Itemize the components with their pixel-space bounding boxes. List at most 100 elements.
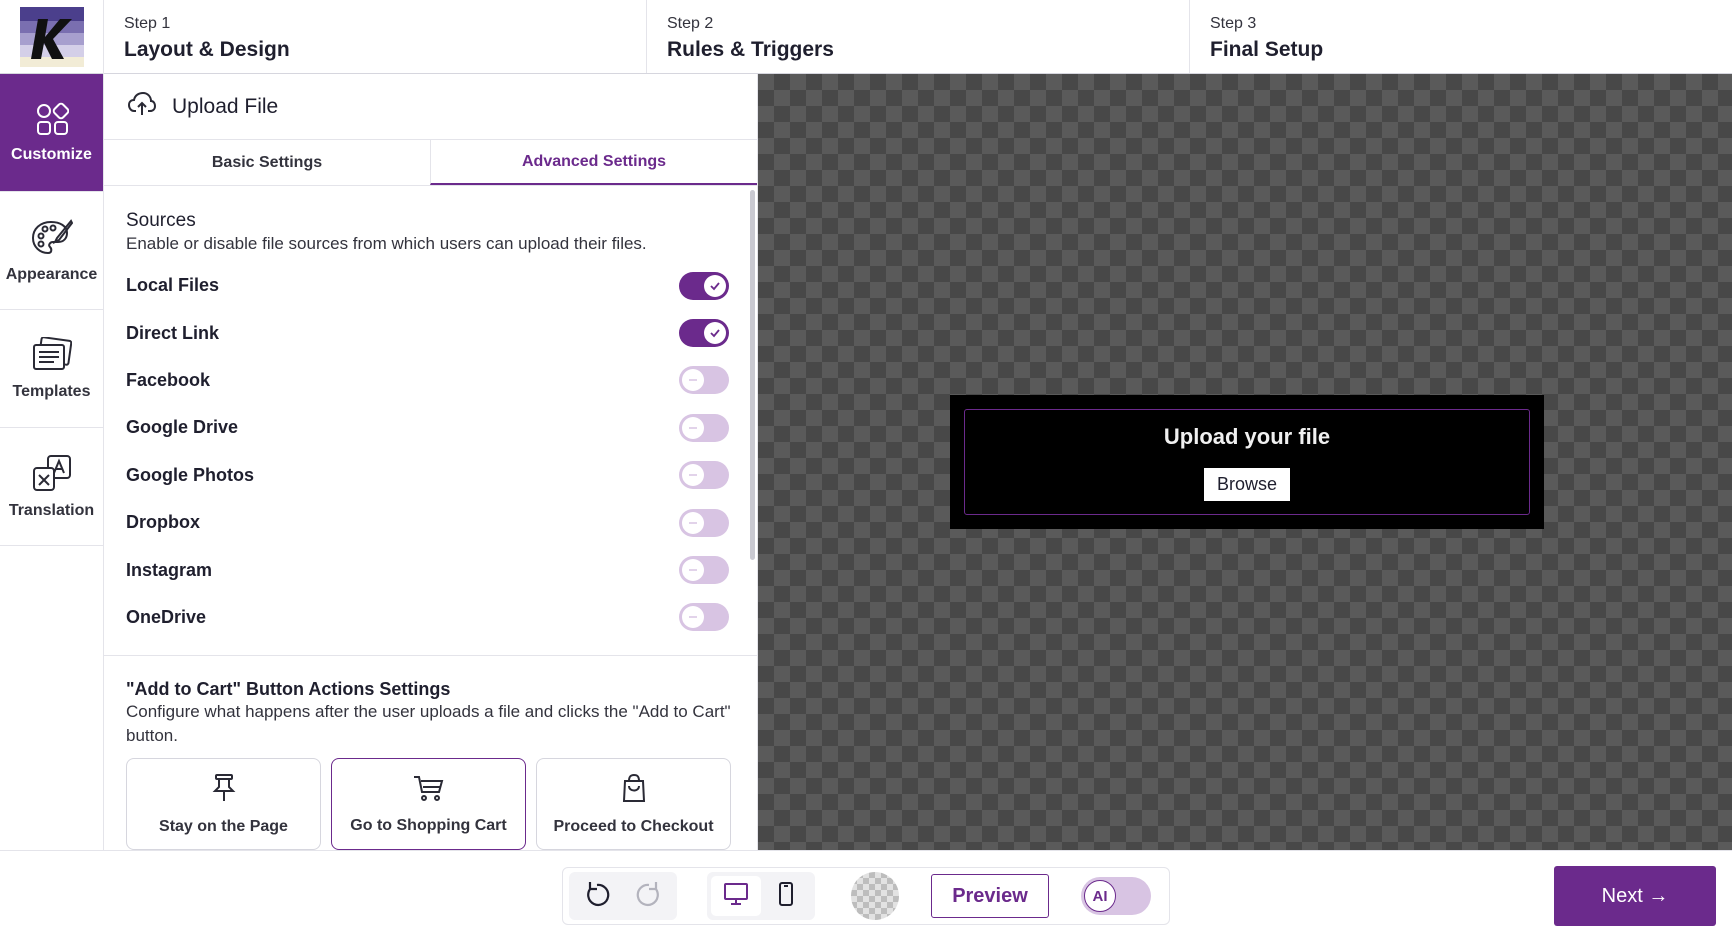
cart-actions-section: "Add to Cart" Button Actions Settings Co… — [126, 656, 733, 850]
step-2-number: Step 2 — [667, 15, 714, 32]
source-label: Facebook — [126, 369, 211, 390]
rail-item-label: Appearance — [5, 265, 98, 283]
rail-item-appearance[interactable]: Appearance — [0, 192, 103, 310]
step-3-number: Step 3 — [1210, 15, 1257, 32]
ai-toggle[interactable]: AI — [1081, 877, 1151, 915]
source-row-google-drive: Google Drive — [126, 404, 733, 451]
rail-item-translation[interactable]: Translation — [0, 428, 103, 546]
sources-list: Local Files Direct Link Facebook Google … — [126, 262, 733, 641]
option-stay-on-page[interactable]: Stay on the Page — [126, 758, 321, 850]
option-label: Stay on the Page — [159, 817, 288, 835]
step-1[interactable]: Step 1 Layout & Design — [104, 0, 647, 73]
redo-icon — [635, 880, 661, 913]
next-button[interactable]: Next → — [1554, 866, 1716, 926]
source-label: Dropbox — [126, 512, 200, 533]
step-3[interactable]: Step 3 Final Setup — [1190, 0, 1732, 73]
pin-icon — [212, 773, 236, 808]
cart-action-options: Stay on the Page Go to Shopping Cart Pro… — [126, 758, 733, 850]
minus-icon — [682, 464, 704, 487]
option-go-to-cart[interactable]: Go to Shopping Cart — [331, 758, 526, 850]
google-photos-toggle[interactable] — [679, 461, 729, 490]
minus-icon — [682, 511, 704, 534]
direct-link-toggle[interactable] — [679, 319, 729, 348]
local-files-toggle[interactable] — [679, 271, 729, 300]
cart-icon — [413, 774, 445, 807]
source-row-direct-link: Direct Link — [126, 309, 733, 356]
source-label: Local Files — [126, 275, 220, 296]
device-group — [707, 872, 815, 920]
step-2-title: Rules & Triggers — [667, 38, 834, 61]
undo-button[interactable] — [573, 876, 623, 916]
source-row-google-photos: Google Photos — [126, 452, 733, 499]
desktop-icon — [723, 882, 749, 911]
tab-advanced-settings[interactable]: Advanced Settings — [430, 140, 757, 185]
logo-cell — [0, 0, 104, 74]
source-row-facebook: Facebook — [126, 357, 733, 404]
option-label: Proceed to Checkout — [553, 817, 714, 835]
editor-tools: Preview AI — [562, 867, 1170, 925]
tab-basic-settings[interactable]: Basic Settings — [104, 140, 430, 185]
cloud-upload-icon — [127, 91, 157, 122]
mobile-icon — [777, 881, 795, 912]
source-label: Instagram — [126, 559, 213, 580]
dropbox-toggle[interactable] — [679, 508, 729, 537]
browse-button[interactable]: Browse — [1203, 467, 1291, 501]
settings-panel: Upload File Basic Settings Advanced Sett… — [104, 74, 758, 850]
source-row-instagram: Instagram — [126, 546, 733, 593]
app-logo — [19, 7, 84, 67]
step-3-title: Final Setup — [1210, 38, 1324, 61]
cart-actions-subtitle: Configure what happens after the user up… — [126, 702, 731, 746]
source-label: Direct Link — [126, 322, 220, 343]
panel-title: Upload File — [172, 94, 279, 118]
sources-title: Sources — [126, 210, 196, 231]
step-2[interactable]: Step 2 Rules & Triggers — [647, 0, 1190, 73]
panel-scrollbar[interactable] — [750, 190, 755, 560]
preview-button[interactable]: Preview — [931, 874, 1049, 918]
minus-icon — [682, 606, 704, 629]
instagram-toggle[interactable] — [679, 556, 729, 585]
check-icon — [704, 322, 726, 345]
rail-item-label: Customize — [11, 145, 92, 163]
minus-icon — [682, 559, 704, 582]
upload-widget-frame: Upload your file Browse — [964, 409, 1530, 515]
desktop-view-button[interactable] — [711, 876, 761, 916]
bag-icon — [621, 773, 647, 808]
palette-icon — [31, 218, 73, 256]
mobile-view-button[interactable] — [761, 876, 811, 916]
rail-item-label: Translation — [8, 501, 95, 519]
rail-item-templates[interactable]: Templates — [0, 310, 103, 428]
app-root: Step 1 Layout & Design Step 2 Rules & Tr… — [0, 0, 1732, 936]
google-drive-toggle[interactable] — [679, 413, 729, 442]
transparent-background-button[interactable] — [851, 872, 899, 920]
check-icon — [704, 274, 726, 297]
step-1-title: Layout & Design — [124, 38, 290, 61]
left-rail: Customize Appearance Templates Translati… — [0, 74, 104, 850]
onedrive-toggle[interactable] — [679, 603, 729, 632]
preview-canvas: Upload your file Browse — [758, 74, 1732, 850]
option-label: Go to Shopping Cart — [350, 816, 507, 834]
option-proceed-to-checkout[interactable]: Proceed to Checkout — [536, 758, 731, 850]
panel-content: Sources Enable or disable file sources f… — [104, 186, 757, 850]
undo-icon — [585, 880, 611, 913]
rail-item-customize[interactable]: Customize — [0, 74, 103, 192]
facebook-toggle[interactable] — [679, 366, 729, 395]
bottom-toolbar: Preview AI Next → — [0, 850, 1732, 936]
translate-icon — [32, 454, 72, 492]
source-label: OneDrive — [126, 606, 207, 627]
rail-item-label: Templates — [12, 382, 91, 400]
minus-icon — [682, 369, 704, 392]
templates-icon — [32, 336, 72, 373]
stepper-bar: Step 1 Layout & Design Step 2 Rules & Tr… — [0, 0, 1732, 74]
ai-toggle-label: AI — [1084, 880, 1116, 912]
source-label: Google Drive — [126, 417, 239, 438]
redo-button[interactable] — [623, 876, 673, 916]
source-label: Google Photos — [126, 464, 254, 485]
source-row-onedrive: OneDrive — [126, 594, 733, 641]
settings-tabs: Basic Settings Advanced Settings — [104, 140, 757, 186]
history-group — [569, 872, 677, 920]
cart-actions-title: "Add to Cart" Button Actions Settings — [126, 679, 451, 700]
step-1-number: Step 1 — [124, 15, 171, 32]
upload-widget-title: Upload your file — [1163, 423, 1331, 449]
source-row-dropbox: Dropbox — [126, 499, 733, 546]
upload-widget-preview[interactable]: Upload your file Browse — [950, 395, 1544, 529]
